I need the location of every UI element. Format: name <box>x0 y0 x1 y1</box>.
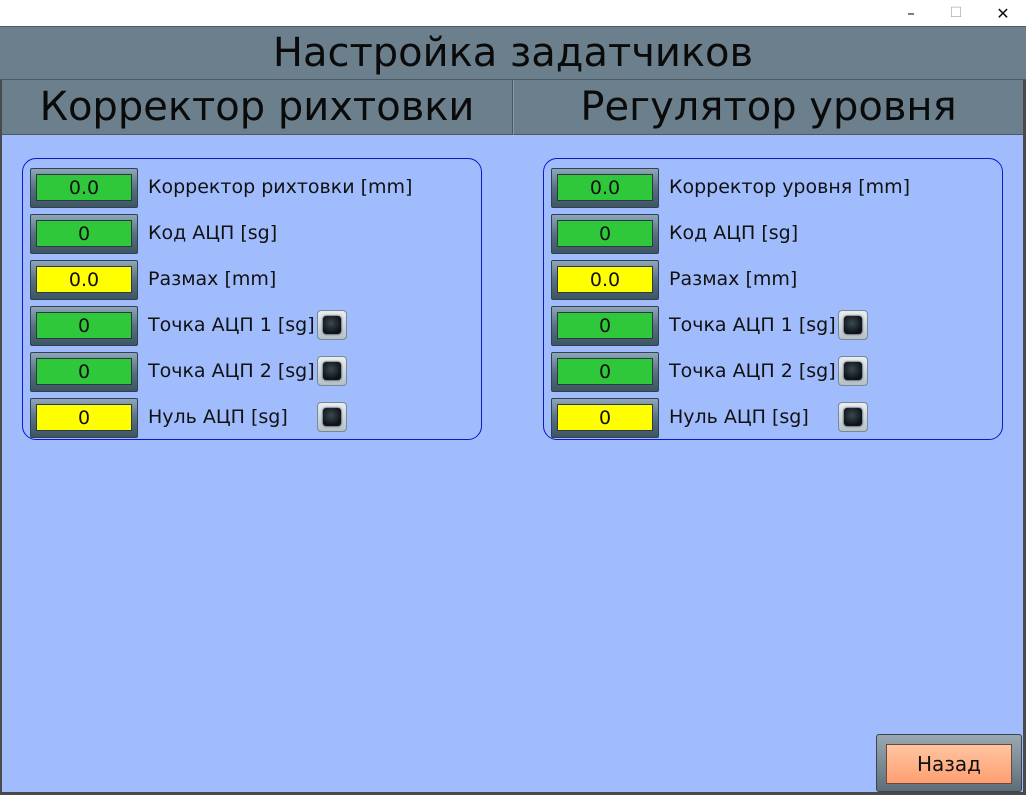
page-title: Настройка задатчиков <box>0 26 1026 80</box>
row-label: Нуль АЦП [sg] <box>148 406 288 428</box>
value-text: 0 <box>557 312 653 339</box>
row-label: Код АЦП [sg] <box>148 222 278 244</box>
value-field[interactable]: 0.0 <box>30 168 138 208</box>
row-label: Код АЦП [sg] <box>669 222 799 244</box>
value-text: 0 <box>36 404 132 431</box>
row-label: Размах [mm] <box>669 268 798 290</box>
value-text: 0 <box>557 404 653 431</box>
section-title-level-regulator: Регулятор уровня <box>513 80 1023 135</box>
indicator-led-button[interactable] <box>317 402 347 432</box>
value-field[interactable]: 0 <box>30 398 138 438</box>
row-label: Точка АЦП 2 [sg] <box>669 360 836 382</box>
indicator-led-button[interactable] <box>838 356 868 386</box>
value-text: 0.0 <box>36 174 132 201</box>
value-field[interactable]: 0 <box>551 398 659 438</box>
panel-leveling-corrector: 0.0 Корректор рихтовки [mm] 0 Код АЦП [s… <box>22 158 482 440</box>
back-button[interactable]: Назад <box>886 744 1012 784</box>
indicator-led-button[interactable] <box>317 310 347 340</box>
back-button-frame: Назад <box>876 734 1022 792</box>
value-field[interactable]: 0.0 <box>551 260 659 300</box>
indicator-led-button[interactable] <box>317 356 347 386</box>
value-text: 0.0 <box>557 174 653 201</box>
value-field[interactable]: 0 <box>551 214 659 254</box>
value-field[interactable]: 0.0 <box>551 168 659 208</box>
value-text: 0.0 <box>557 266 653 293</box>
value-text: 0.0 <box>36 266 132 293</box>
minimize-icon[interactable]: – <box>888 0 934 26</box>
row-label: Корректор рихтовки [mm] <box>148 176 413 198</box>
row-label: Точка АЦП 1 [sg] <box>148 314 315 336</box>
value-field[interactable]: 0 <box>30 352 138 392</box>
indicator-led-button[interactable] <box>838 310 868 340</box>
indicator-led-button[interactable] <box>838 402 868 432</box>
value-field[interactable]: 0 <box>30 214 138 254</box>
value-field[interactable]: 0.0 <box>30 260 138 300</box>
section-title-leveling: Корректор рихтовки <box>2 80 513 135</box>
maximize-icon[interactable]: ☐ <box>933 0 979 26</box>
row-label: Размах [mm] <box>148 268 277 290</box>
window-titlebar: – ☐ ✕ <box>0 0 1026 26</box>
value-text: 0 <box>36 312 132 339</box>
value-field[interactable]: 0 <box>30 306 138 346</box>
panel-level-regulator: 0.0 Корректор уровня [mm] 0 Код АЦП [sg]… <box>543 158 1003 440</box>
value-text: 0 <box>36 220 132 247</box>
value-text: 0 <box>557 220 653 247</box>
value-field[interactable]: 0 <box>551 352 659 392</box>
row-label: Корректор уровня [mm] <box>669 176 911 198</box>
value-text: 0 <box>36 358 132 385</box>
row-label: Точка АЦП 1 [sg] <box>669 314 836 336</box>
value-field[interactable]: 0 <box>551 306 659 346</box>
row-label: Точка АЦП 2 [sg] <box>148 360 315 382</box>
row-label: Нуль АЦП [sg] <box>669 406 809 428</box>
close-icon[interactable]: ✕ <box>980 0 1026 26</box>
value-text: 0 <box>557 358 653 385</box>
